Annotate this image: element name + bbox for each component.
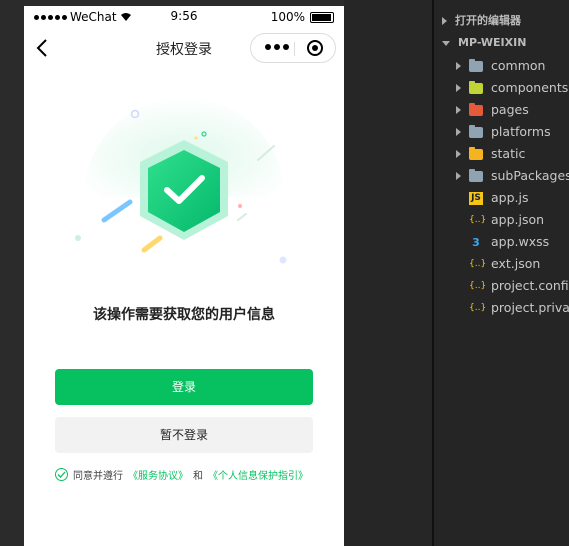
phone-simulator: WeChat 9:56 100% 授权登录 该操作需要获取您的用户信息 登录 暂… <box>24 6 344 546</box>
shield-check-illustration <box>75 97 287 264</box>
pages-folder-icon <box>469 102 483 116</box>
tree-item-label: app.wxss <box>491 234 550 249</box>
tree-item-label: common <box>491 58 546 73</box>
tree-item-pages[interactable]: pages <box>456 100 529 120</box>
tree-item-label: project.private <box>491 300 569 315</box>
folder-icon <box>469 168 483 182</box>
components-folder-icon <box>469 80 483 94</box>
chevron-right-icon <box>456 172 461 180</box>
json-file-icon: {..} <box>469 280 487 291</box>
js-file-icon: JS <box>469 191 483 205</box>
close-circle-icon[interactable] <box>307 40 323 56</box>
json-file-icon: {..} <box>469 214 487 225</box>
skip-login-button[interactable]: 暂不登录 <box>55 417 313 453</box>
tree-item-project-private[interactable]: {..} project.private <box>469 298 569 318</box>
menu-capsule <box>250 33 336 63</box>
agree-checkbox[interactable] <box>55 468 68 481</box>
editor-gutter <box>344 0 432 546</box>
tree-item-label: components <box>491 80 569 95</box>
tree-item-label: platforms <box>491 124 551 139</box>
agreement-and: 和 <box>193 471 203 482</box>
agreement-row: 同意并遵行 《服务协议》 和 《个人信息保护指引》 <box>55 467 308 482</box>
check-icon <box>57 471 66 478</box>
tree-item-label: project.config <box>491 278 569 293</box>
file-explorer: 打开的编辑器 MP-WEIXIN common components pages… <box>434 0 569 546</box>
tree-item-common[interactable]: common <box>456 56 545 76</box>
tree-item-platforms[interactable]: platforms <box>456 122 551 142</box>
project-label: MP-WEIXIN <box>458 36 527 49</box>
service-agreement-link[interactable]: 《服务协议》 <box>128 467 188 482</box>
static-folder-icon <box>469 146 483 160</box>
tree-item-components[interactable]: components <box>456 78 568 98</box>
tree-item-subpackages[interactable]: subPackages <box>456 166 569 186</box>
tree-item-project-config[interactable]: {..} project.config <box>469 276 569 296</box>
status-bar: WeChat 9:56 100% <box>24 6 344 28</box>
tree-item-label: static <box>491 146 526 161</box>
json-file-icon: {..} <box>469 258 487 269</box>
tree-item-static[interactable]: static <box>456 144 525 164</box>
chevron-right-icon <box>456 62 461 70</box>
battery-percent: 100% <box>270 10 305 24</box>
left-background <box>0 0 24 546</box>
chevron-right-icon <box>456 128 461 136</box>
folder-icon <box>469 124 483 138</box>
navigation-bar: 授权登录 <box>24 30 344 66</box>
json-file-icon: {..} <box>469 302 487 313</box>
tree-item-label: pages <box>491 102 529 117</box>
tree-item-label: app.json <box>491 212 545 227</box>
open-editors-label: 打开的编辑器 <box>455 14 521 27</box>
tree-item-label: ext.json <box>491 256 541 271</box>
info-message: 该操作需要获取您的用户信息 <box>93 307 275 323</box>
tree-item-label: subPackages <box>491 168 569 183</box>
chevron-right-icon <box>456 84 461 92</box>
tree-item-label: app.js <box>491 190 529 205</box>
css-file-icon: 3 <box>472 235 480 249</box>
tree-item-app-js[interactable]: JS app.js <box>469 188 529 208</box>
battery-icon <box>310 11 334 23</box>
more-icon[interactable] <box>265 44 289 50</box>
agreement-prefix: 同意并遵行 <box>73 471 123 482</box>
chevron-right-icon <box>442 17 447 25</box>
tree-item-ext-json[interactable]: {..} ext.json <box>469 254 540 274</box>
folder-icon <box>469 58 483 72</box>
capsule-divider <box>294 42 295 56</box>
project-section[interactable]: MP-WEIXIN <box>442 33 526 53</box>
tree-item-app-json[interactable]: {..} app.json <box>469 210 544 230</box>
privacy-guide-link[interactable]: 《个人信息保护指引》 <box>208 467 308 482</box>
tree-item-app-wxss[interactable]: 3 app.wxss <box>469 232 549 252</box>
login-button[interactable]: 登录 <box>55 369 313 405</box>
open-editors-section[interactable]: 打开的编辑器 <box>442 11 521 31</box>
chevron-down-icon <box>442 40 450 46</box>
chevron-right-icon <box>456 106 461 114</box>
chevron-right-icon <box>456 150 461 158</box>
